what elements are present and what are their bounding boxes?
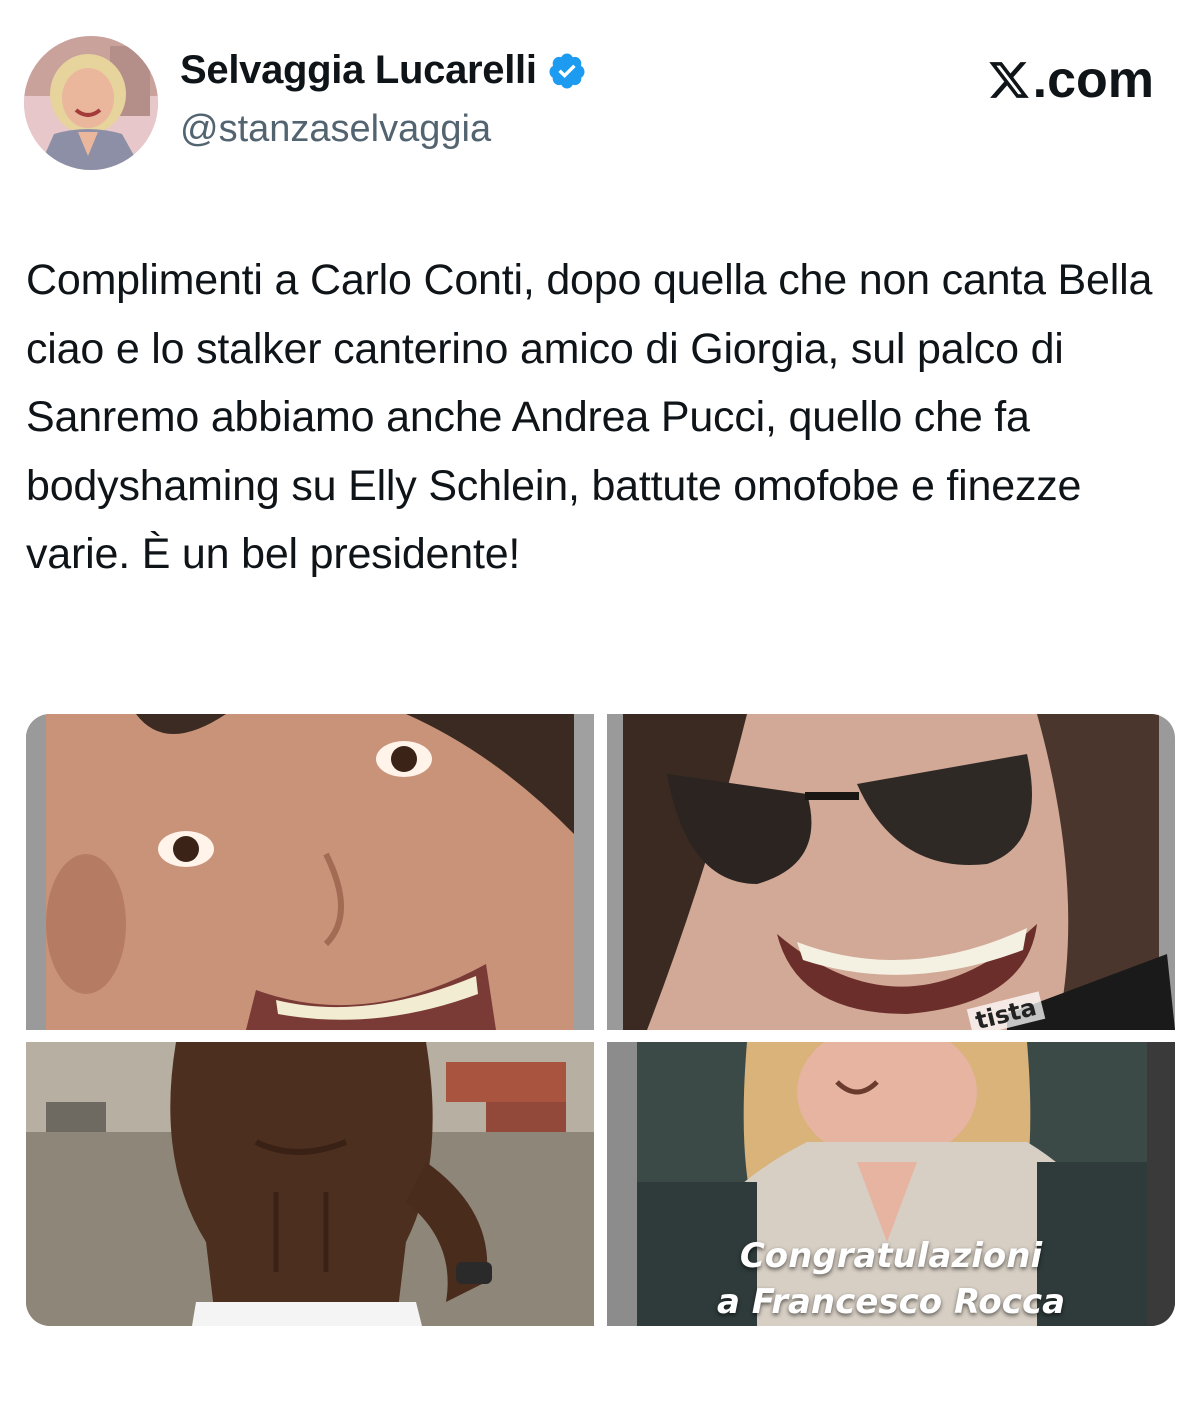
media-photo-3[interactable] — [26, 1042, 594, 1326]
tweet-card: Selvaggia Lucarelli @stanzaselvaggia .co… — [0, 0, 1200, 1406]
author-handle[interactable]: @stanzaselvaggia — [180, 108, 491, 151]
media-grid: tista Congratulazioni a Francesco Rocca — [26, 714, 1175, 1326]
photo-shirtless-man-beach — [26, 1042, 594, 1326]
photo-caption-line-1: Congratulazioni — [739, 1236, 1043, 1276]
media-photo-2[interactable]: tista — [607, 714, 1175, 1030]
photo-caption-line-2: a Francesco Rocca — [716, 1282, 1066, 1322]
photo-smiling-face-closeup — [26, 714, 594, 1030]
author-name-row: Selvaggia Lucarelli — [180, 48, 587, 93]
verified-badge-icon — [549, 53, 585, 88]
media-photo-1[interactable] — [26, 714, 594, 1030]
photo-face-sunglasses — [607, 714, 1175, 1030]
brand-mark: .com — [987, 50, 1154, 110]
avatar[interactable] — [24, 36, 158, 170]
media-photo-4[interactable]: Congratulazioni a Francesco Rocca — [607, 1042, 1175, 1326]
x-logo-icon — [988, 62, 1029, 98]
tweet-text: Complimenti a Carlo Conti, dopo quella c… — [26, 256, 1153, 578]
brand-suffix: .com — [1032, 51, 1154, 109]
author-display-name[interactable]: Selvaggia Lucarelli — [180, 48, 537, 93]
